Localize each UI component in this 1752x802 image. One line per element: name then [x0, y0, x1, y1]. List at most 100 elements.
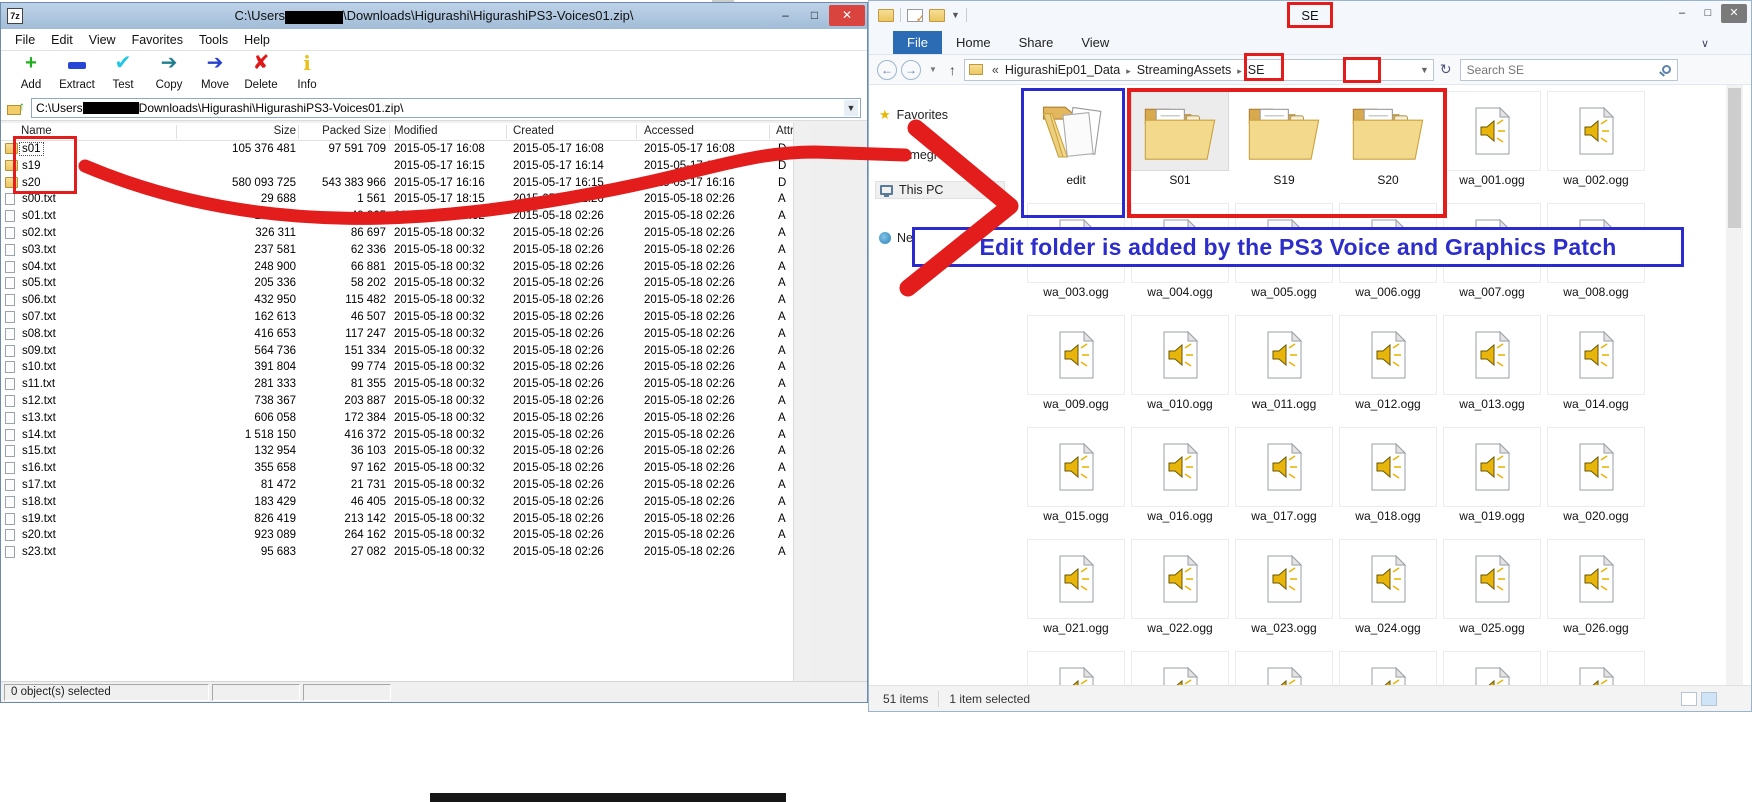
column-header-accessed[interactable]: Accessed	[644, 125, 694, 137]
test-button[interactable]: ✔Test	[101, 51, 145, 93]
file-tile[interactable]: wa_014.ogg	[1547, 315, 1645, 419]
file-tile[interactable]: wa_009.ogg	[1027, 315, 1125, 419]
menu-item-view[interactable]: View	[81, 31, 124, 49]
file-tile[interactable]: wa_025.ogg	[1443, 539, 1541, 643]
table-row[interactable]: s10.txt391 80499 7742015-05-18 00:322015…	[1, 360, 793, 377]
delete-button[interactable]: ✘Delete	[239, 51, 283, 93]
file-tile[interactable]: wa_015.ogg	[1027, 427, 1125, 531]
table-row[interactable]: s19.txt826 419213 1422015-05-18 00:32201…	[1, 512, 793, 529]
file-tile[interactable]: wa_012.ogg	[1339, 315, 1437, 419]
menu-item-tools[interactable]: Tools	[191, 31, 236, 49]
copy-button[interactable]: ➔Copy	[147, 51, 191, 93]
extract-button[interactable]: Extract	[55, 51, 99, 93]
up-button[interactable]: ↑	[949, 62, 956, 78]
back-button[interactable]: ←	[877, 60, 897, 80]
file-tile[interactable]: wa_002.ogg	[1547, 91, 1645, 195]
table-row[interactable]: s20580 093 725543 383 9662015-05-17 16:1…	[1, 176, 793, 193]
thumbnails-view-icon[interactable]	[1701, 692, 1717, 706]
column-separator[interactable]	[506, 125, 507, 139]
forward-button[interactable]: →	[901, 60, 921, 80]
breadcrumb[interactable]: « HigurashiEp01_Data▸StreamingAssets▸SE …	[964, 59, 1434, 81]
maximize-button[interactable]: □	[1695, 4, 1721, 23]
file-tile[interactable]: wa_018.ogg	[1339, 427, 1437, 531]
table-row[interactable]: s192015-05-17 16:152015-05-17 16:142015-…	[1, 159, 793, 176]
column-separator[interactable]	[636, 125, 637, 139]
move-button[interactable]: ➔Move	[193, 51, 237, 93]
tab-share[interactable]: Share	[1005, 31, 1068, 54]
details-view-icon[interactable]	[1681, 692, 1697, 706]
file-tile[interactable]: wa_023.ogg	[1235, 539, 1333, 643]
table-row[interactable]: s15.txt132 95436 1032015-05-18 00:322015…	[1, 444, 793, 461]
table-row[interactable]: s00.txt29 6881 5612015-05-17 18:152015-0…	[1, 192, 793, 209]
table-row[interactable]: s12.txt738 367203 8872015-05-18 00:32201…	[1, 394, 793, 411]
refresh-icon[interactable]: ↻	[1440, 61, 1452, 78]
table-row[interactable]: s02.txt326 31186 6972015-05-18 00:322015…	[1, 226, 793, 243]
7zip-vertical-scrollbar[interactable]	[793, 123, 810, 681]
menu-item-help[interactable]: Help	[236, 31, 278, 49]
table-row[interactable]: s18.txt183 42946 4052015-05-18 00:322015…	[1, 495, 793, 512]
folder-icon[interactable]	[878, 9, 894, 22]
history-dropdown-icon[interactable]: ▼	[929, 65, 937, 74]
table-row[interactable]: s01105 376 48197 591 7092015-05-17 16:08…	[1, 142, 793, 159]
column-header-attributes[interactable]: Attributes	[776, 125, 793, 137]
table-row[interactable]: s09.txt564 736151 3342015-05-18 00:32201…	[1, 344, 793, 361]
table-row[interactable]: s08.txt416 653117 2472015-05-18 00:32201…	[1, 327, 793, 344]
table-row[interactable]: s17.txt81 47221 7312015-05-18 00:322015-…	[1, 478, 793, 495]
add-button[interactable]: +Add	[9, 51, 53, 93]
table-row[interactable]: s14.txt1 518 150416 3722015-05-18 00:322…	[1, 428, 793, 445]
file-tile[interactable]	[1131, 651, 1229, 685]
table-row[interactable]: s16.txt355 65897 1622015-05-18 00:322015…	[1, 461, 793, 478]
tab-file[interactable]: File	[893, 31, 942, 54]
column-header-packed-size[interactable]: Packed Size	[301, 125, 386, 137]
breadcrumb-segment[interactable]: StreamingAssets	[1137, 63, 1231, 77]
minimize-button[interactable]: –	[1669, 4, 1695, 23]
tab-home[interactable]: Home	[942, 31, 1005, 54]
7zip-titlebar[interactable]: 7z C:\Users\Downloads\Higurashi\Higurash…	[1, 3, 867, 29]
table-row[interactable]: s03.txt237 58162 3362015-05-18 00:322015…	[1, 243, 793, 260]
properties-icon[interactable]	[907, 9, 923, 22]
table-row[interactable]: s07.txt162 61346 5072015-05-18 00:322015…	[1, 310, 793, 327]
sidebar-item-this-pc[interactable]: This PC	[875, 181, 1005, 199]
file-tile[interactable]: wa_020.ogg	[1547, 427, 1645, 531]
column-header-modified[interactable]: Modified	[394, 125, 437, 137]
file-tile[interactable]	[1027, 651, 1125, 685]
new-folder-icon[interactable]	[929, 9, 945, 22]
file-tile[interactable]: wa_022.ogg	[1131, 539, 1229, 643]
breadcrumb-overflow[interactable]: «	[992, 63, 999, 77]
sidebar-item-favorites[interactable]: ★Favorites	[879, 107, 948, 123]
table-row[interactable]: s13.txt606 058172 3842015-05-18 00:32201…	[1, 411, 793, 428]
menu-item-edit[interactable]: Edit	[43, 31, 81, 49]
tab-view[interactable]: View	[1067, 31, 1123, 54]
column-separator[interactable]	[176, 125, 177, 139]
table-row[interactable]: s20.txt923 089264 1622015-05-18 00:32201…	[1, 528, 793, 545]
archive-path-input[interactable]: C:\UsersDownloads\Higurashi\HigurashiPS3…	[31, 98, 861, 118]
file-tile[interactable]: wa_026.ogg	[1547, 539, 1645, 643]
file-tile[interactable]: wa_011.ogg	[1235, 315, 1333, 419]
table-row[interactable]: s11.txt281 33381 3552015-05-18 00:322015…	[1, 377, 793, 394]
address-dropdown-icon[interactable]: ▼	[844, 100, 858, 116]
explorer-vertical-scrollbar[interactable]	[1726, 85, 1743, 685]
file-tile[interactable]: wa_010.ogg	[1131, 315, 1229, 419]
search-icon[interactable]	[1662, 65, 1671, 74]
column-header-size[interactable]: Size	[186, 125, 296, 137]
column-separator[interactable]	[769, 125, 770, 139]
close-button[interactable]: ✕	[1721, 4, 1747, 23]
search-input[interactable]	[1461, 63, 1641, 77]
file-tile[interactable]: wa_021.ogg	[1027, 539, 1125, 643]
column-separator[interactable]	[298, 125, 299, 139]
file-tile[interactable]	[1339, 651, 1437, 685]
file-tile[interactable]: wa_001.ogg	[1443, 91, 1541, 195]
ribbon-expand-icon[interactable]: ∨	[1701, 37, 1709, 50]
info-button[interactable]: iInfo	[285, 51, 329, 93]
file-tile[interactable]: wa_017.ogg	[1235, 427, 1333, 531]
file-tile[interactable]	[1235, 651, 1333, 685]
file-tile[interactable]	[1443, 651, 1541, 685]
breadcrumb-segment[interactable]: HigurashiEp01_Data	[1005, 63, 1120, 77]
column-separator[interactable]	[389, 125, 390, 139]
file-tile[interactable]: wa_019.ogg	[1443, 427, 1541, 531]
folder-up-icon[interactable]: ↑	[7, 101, 25, 115]
table-row[interactable]: s23.txt95 68327 0822015-05-18 00:322015-…	[1, 545, 793, 562]
sidebar-item-homegroup[interactable]: ⌂Homegroup	[879, 147, 959, 163]
maximize-button[interactable]: □	[800, 5, 829, 26]
file-tile[interactable]: wa_013.ogg	[1443, 315, 1541, 419]
